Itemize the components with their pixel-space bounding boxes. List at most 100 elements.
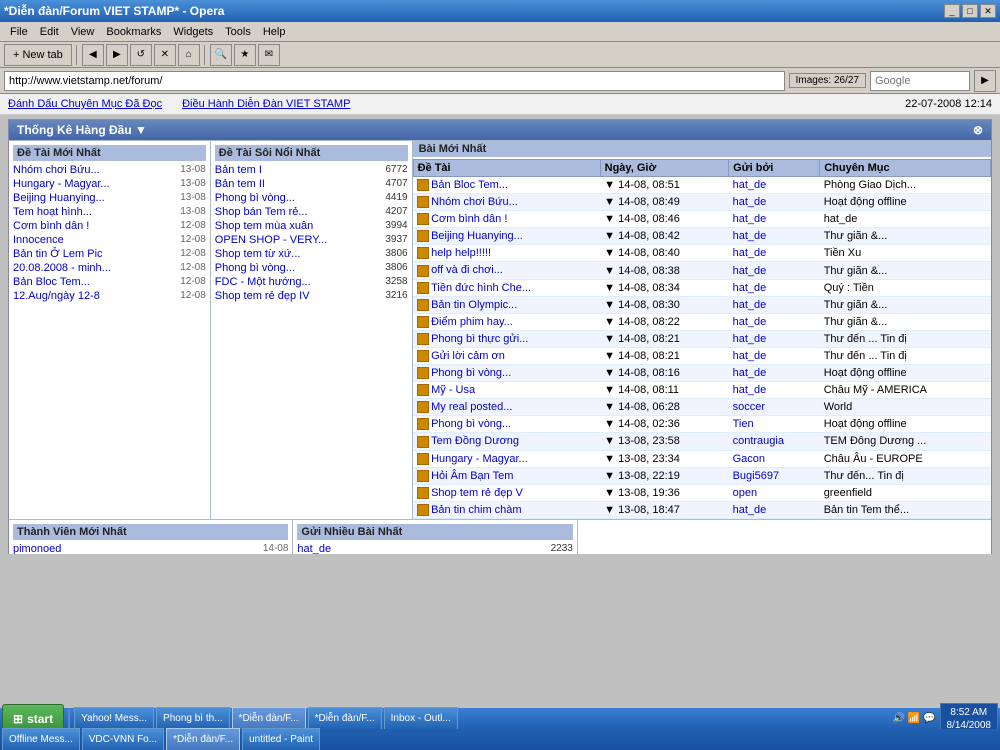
page-content[interactable]: Đánh Dấu Chuyên Mục Đã Đọc Điều Hành Diễ…: [0, 94, 1000, 554]
close-button[interactable]: ✕: [980, 4, 996, 18]
stats-toggle-icon[interactable]: ⊗: [973, 123, 983, 137]
stop-button[interactable]: ✕: [154, 44, 176, 66]
search-button[interactable]: 🔍: [210, 44, 232, 66]
reload-button[interactable]: ↺: [130, 44, 152, 66]
mail-button[interactable]: ✉: [258, 44, 280, 66]
hot-topics-list: Bản tem I6772 Bản tem II4707 Phong bì vò…: [215, 163, 408, 303]
topic-icon: [417, 470, 429, 482]
taskbar: ⊞ start Yahoo! Mess... Phong bì th... *D…: [0, 708, 1000, 750]
topic-icon: [417, 504, 429, 516]
taskbar-item-label: untitled - Paint: [249, 734, 313, 745]
title-bar: *Diễn đàn/Forum VIET STAMP* - Opera _ □ …: [0, 0, 1000, 22]
three-col-top: Đề Tài Mới Nhất Nhóm chơi Bứu...13-08 Hu…: [9, 140, 991, 519]
new-tab-button[interactable]: + New tab: [4, 44, 72, 66]
list-item: Shop bán Tem rẻ...4207: [215, 205, 408, 219]
menu-file[interactable]: File: [4, 24, 34, 40]
maximize-button[interactable]: □: [962, 4, 978, 18]
new-topics-col: Đề Tài Mới Nhất Nhóm chơi Bứu...13-08 Hu…: [9, 141, 211, 519]
stats-title: Thống Kê Hàng Đầu ▼: [17, 123, 147, 137]
list-item: Shop tem mùa xuân3994: [215, 219, 408, 233]
menu-tools[interactable]: Tools: [219, 24, 257, 40]
table-row: Gửi lời cảm ơn▼ 14-08, 08:21hat_deThư đế…: [413, 347, 990, 364]
taskbar-item-label: VDC-VNN Fo...: [89, 734, 157, 745]
list-item: 12.Aug/ngày 12-812-08: [13, 289, 206, 303]
list-item: hat_de2233: [297, 542, 572, 554]
go-button[interactable]: ▶: [974, 70, 996, 92]
forward-button[interactable]: ▶: [106, 44, 128, 66]
images-indicator[interactable]: Images: 26/27: [789, 73, 866, 88]
list-item: Shop tem rẻ đẹp IV3216: [215, 289, 408, 303]
taskbar-item-label: Offline Mess...: [9, 734, 73, 745]
table-row: Mỹ - Usa▼ 14-08, 08:11hat_deChâu Mỹ - AM…: [413, 382, 990, 399]
table-row: help help!!!!!▼ 14-08, 08:40hat_deTiền X…: [413, 245, 990, 262]
table-row: Bản tin Olympic...▼ 14-08, 08:30hat_deTh…: [413, 296, 990, 313]
list-item: Bản tem II4707: [215, 177, 408, 191]
topic-icon: [417, 453, 429, 465]
manage-link[interactable]: Điều Hành Diễn Đàn VIET STAMP: [182, 98, 350, 110]
table-row: Điểm phim hay...▼ 14-08, 08:22hat_deThư …: [413, 313, 990, 330]
window-controls: _ □ ✕: [944, 4, 996, 18]
list-item: Tem hoạt hình...13-08: [13, 205, 206, 219]
menu-help[interactable]: Help: [257, 24, 292, 40]
topic-icon: [417, 213, 429, 225]
list-item: Cơm bình dân !12-08: [13, 219, 206, 233]
list-item: OPEN SHOP - VERY...3937: [215, 233, 408, 247]
list-item: Bản tem I6772: [215, 163, 408, 177]
table-row: Hỏi Âm Bạn Tem▼ 13-08, 22:19Bugi5697Thư …: [413, 467, 990, 484]
list-item: Hungary - Magyar...13-08: [13, 177, 206, 191]
new-topics-header: Đề Tài Mới Nhất: [13, 145, 206, 161]
topic-icon: [417, 265, 429, 277]
topic-icon: [417, 384, 429, 396]
mark-read-link[interactable]: Đánh Dấu Chuyên Mục Đã Đọc: [8, 98, 162, 110]
list-item: Phong bì vòng...4419: [215, 191, 408, 205]
top-posters-col: Gửi Nhiều Bài Nhất hat_de2233 Nguoitimdu…: [293, 520, 577, 554]
topic-icon: [417, 299, 429, 311]
search-input[interactable]: [870, 71, 970, 91]
recent-posts-header: Bài Mới Nhất: [413, 141, 991, 157]
bookmarks-button[interactable]: ★: [234, 44, 256, 66]
list-item: Bản Bloc Tem...12-08: [13, 275, 206, 289]
table-row: Tem Đồng Dương▼ 13-08, 23:58contraugiaTE…: [413, 433, 990, 450]
list-item: FDC - Một hướng...3258: [215, 275, 408, 289]
table-row: off và đi chơi...▼ 14-08, 08:38hat_deThư…: [413, 262, 990, 279]
topic-icon: [417, 196, 429, 208]
address-input[interactable]: [4, 71, 785, 91]
new-members-col: Thành Viên Mới Nhất pimonoed14-08 ltvd14…: [9, 520, 293, 554]
topic-icon: [417, 401, 429, 413]
topic-icon: [417, 316, 429, 328]
menu-edit[interactable]: Edit: [34, 24, 65, 40]
list-item: pimonoed14-08: [13, 542, 288, 554]
menu-view[interactable]: View: [65, 24, 101, 40]
table-row: Phong bì thực gửi...▼ 14-08, 08:21hat_de…: [413, 330, 990, 347]
back-button[interactable]: ◀: [82, 44, 104, 66]
topic-icon: [417, 350, 429, 362]
table-row: Bản Bloc Tem...▼ 14-08, 08:51hat_dePhòng…: [413, 177, 990, 194]
toolbar-separator-2: [204, 45, 206, 65]
menu-widgets[interactable]: Widgets: [167, 24, 219, 40]
topic-icon: [417, 436, 429, 448]
topic-icon: [417, 367, 429, 379]
address-bar: Images: 26/27 ▶: [0, 68, 1000, 94]
members-posters-row: Thành Viên Mới Nhất pimonoed14-08 ltvd14…: [9, 519, 991, 554]
start-label: start: [27, 712, 53, 726]
taskbar-item-inbox[interactable]: Inbox - Outl...: [384, 707, 458, 731]
taskbar-item-vdc[interactable]: VDC-VNN Fo...: [82, 728, 164, 750]
taskbar-item-label: *Diễn đàn/F...: [239, 713, 299, 724]
th-category: Chuyên Mục: [820, 160, 991, 177]
taskbar-item-offline[interactable]: Offline Mess...: [2, 728, 80, 750]
minimize-button[interactable]: _: [944, 4, 960, 18]
taskbar-item-paint[interactable]: untitled - Paint: [242, 728, 320, 750]
taskbar-item-dien3[interactable]: *Diễn đàn/F...: [166, 728, 240, 750]
new-topics-list: Nhóm chơi Bứu...13-08 Hungary - Magyar..…: [13, 163, 206, 303]
menu-bookmarks[interactable]: Bookmarks: [100, 24, 167, 40]
hot-topics-header: Đề Tài Sôi Nổi Nhất: [215, 145, 408, 161]
new-tab-icon: +: [13, 49, 19, 61]
topic-icon: [417, 230, 429, 242]
list-item: Bản tin Ở Lem Pic12-08: [13, 247, 206, 261]
table-row: Phong bì vòng...▼ 14-08, 08:16hat_deHoạt…: [413, 365, 990, 382]
menu-bar: File Edit View Bookmarks Widgets Tools H…: [0, 22, 1000, 42]
home-button[interactable]: ⌂: [178, 44, 200, 66]
topic-icon: [417, 282, 429, 294]
table-row: Phong bì vòng...▼ 14-08, 02:36TienHoạt đ…: [413, 416, 990, 433]
taskbar-item-label: *Diễn đàn/F...: [315, 713, 375, 724]
